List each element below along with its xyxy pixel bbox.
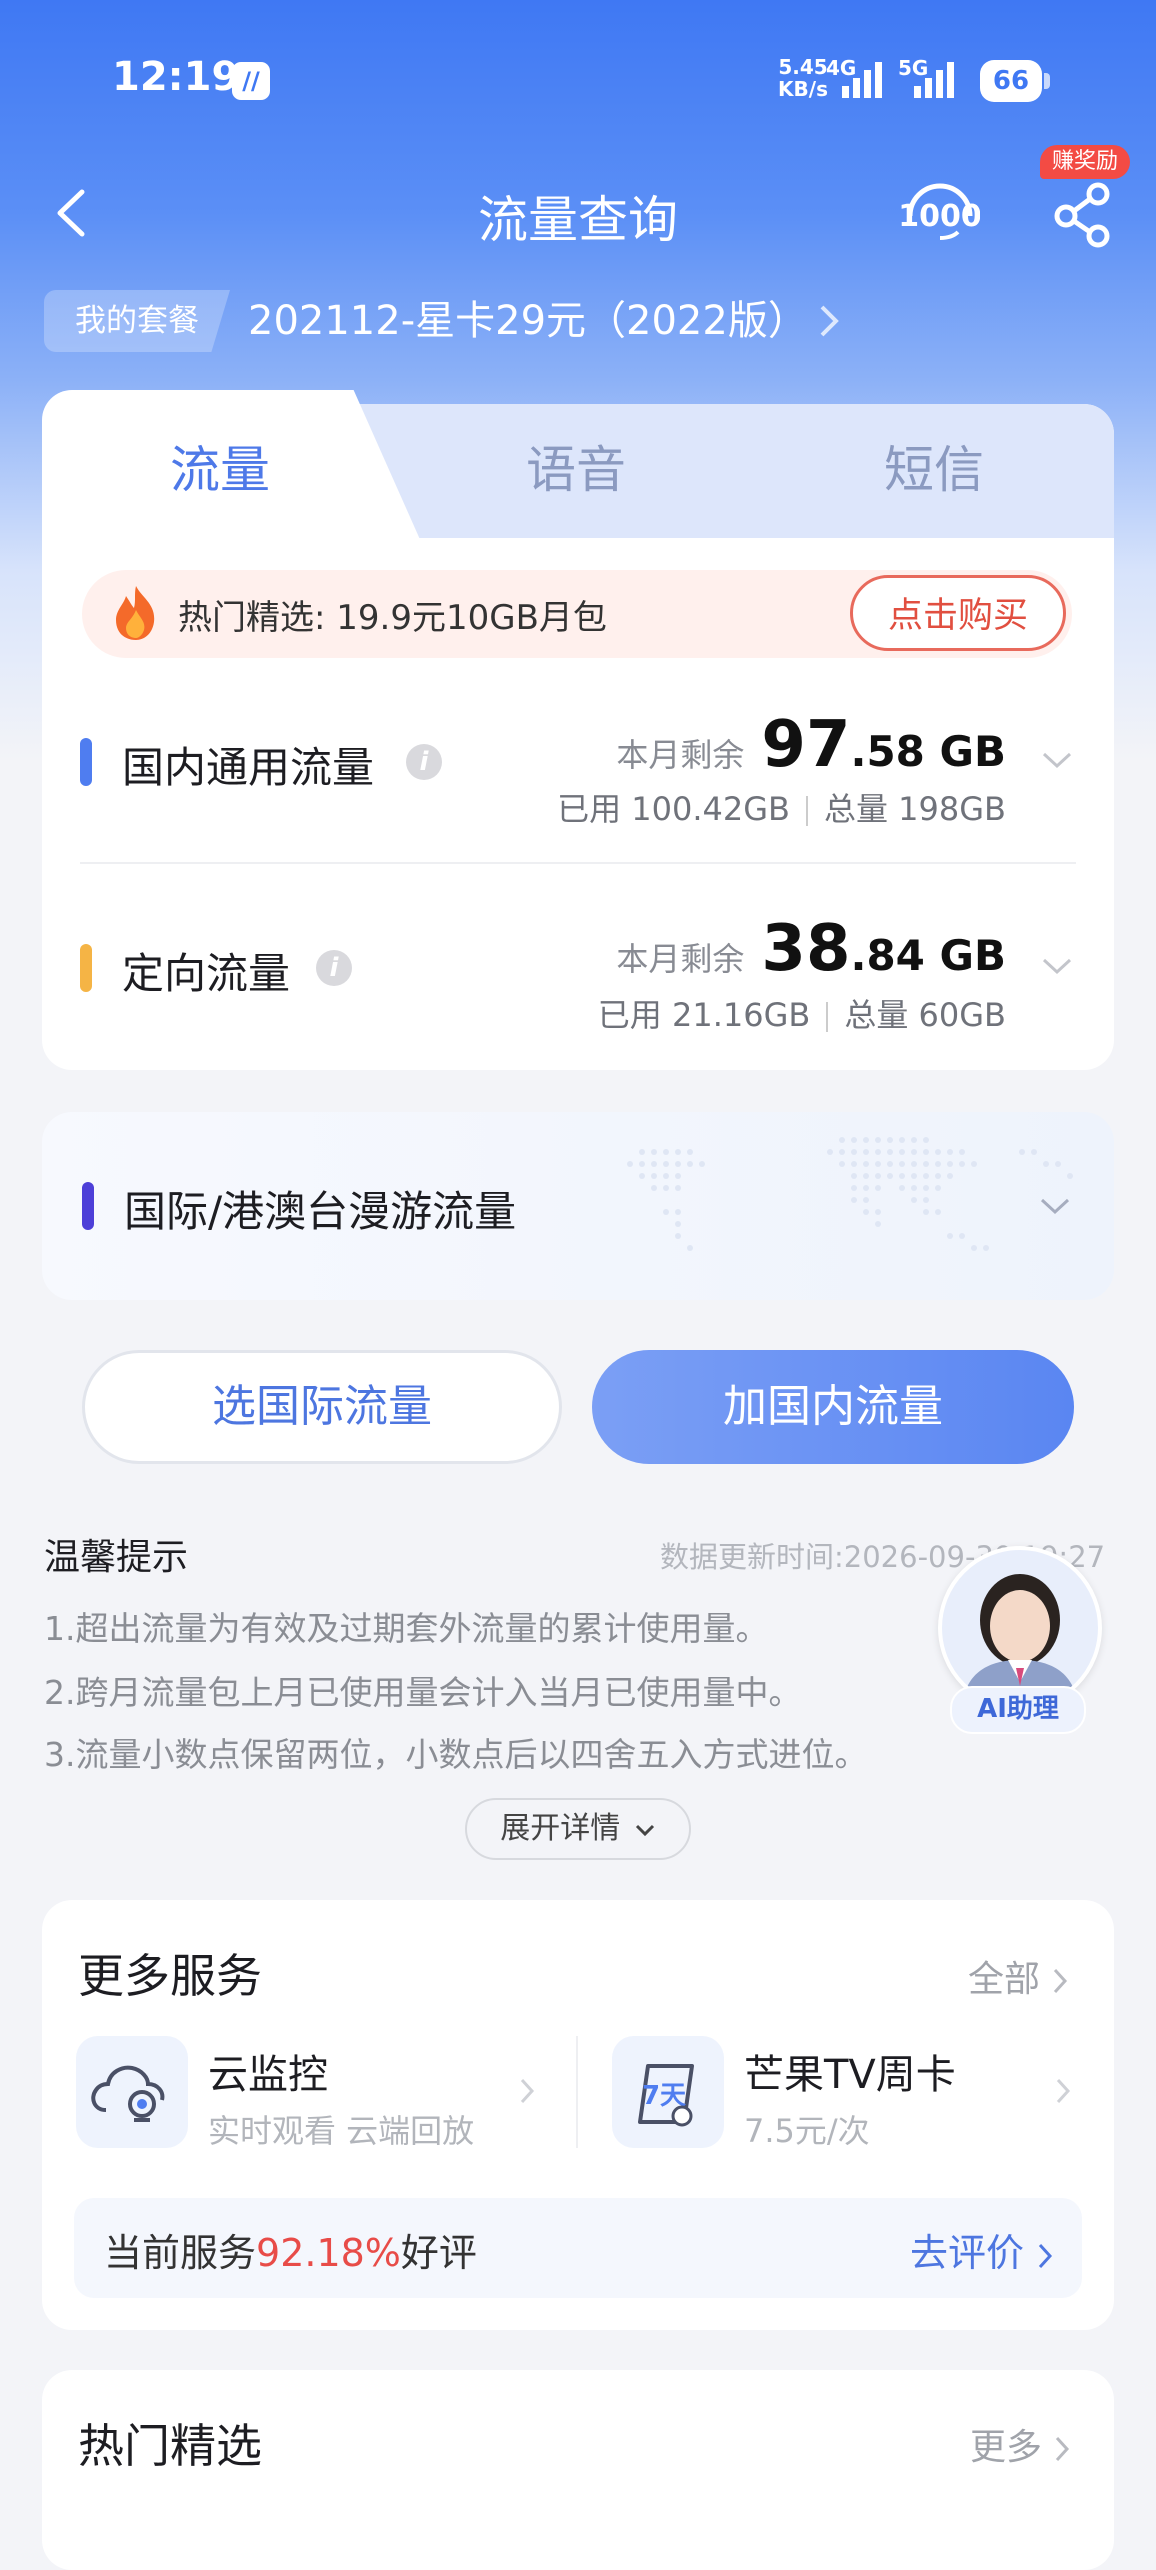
fire-icon [116,586,155,640]
tip-line: 2.跨月流量包上月已使用量会计入当月已使用量中。 [44,1673,802,1712]
chevron-right-icon [1056,2436,1070,2462]
directional-data-label: 定向流量 [122,949,291,998]
app-notification-icon: // [232,62,270,100]
signal-icon-2 [914,62,954,98]
info-icon[interactable]: i [316,950,352,986]
add-domestic-data-button[interactable]: 加国内流量 [592,1350,1074,1464]
chevron-down-icon[interactable] [1040,748,1074,772]
promo-text: 热门精选: 19.9元10GB月包 [178,598,607,638]
divider [80,862,1076,864]
tab-data[interactable]: 流量 [50,430,390,502]
hot-picks-more-link[interactable]: 更多 [970,2418,1071,2470]
plan-name[interactable]: 202112-星卡29元（2022版） [248,290,808,352]
chevron-right-icon [1054,1968,1068,1994]
service-name[interactable]: 芒果TV周卡 [744,2042,956,2100]
chevron-down-icon [635,1824,654,1836]
signal-icon [842,62,882,98]
share-icon[interactable] [1052,182,1114,248]
service-name[interactable]: 云监控 [208,2042,328,2100]
chevron-right-icon[interactable] [518,2076,536,2106]
domestic-indicator-bar [80,738,92,786]
hot-picks-title: 热门精选 [78,2419,262,2473]
chevron-right-icon[interactable] [1054,2076,1072,2106]
plan-tag: 我的套餐 [44,290,230,352]
chevron-right-icon [1038,2243,1053,2268]
roaming-data-label: 国际/港澳台漫游流量 [124,1187,517,1236]
assistant-label: AI助理 [950,1686,1086,1734]
mango-tv-icon[interactable]: 7天 [612,2036,724,2148]
chevron-down-icon[interactable] [1038,1194,1072,1218]
page-title: 流量查询 [478,191,678,249]
services-all-link[interactable]: 全部 [968,1950,1069,2002]
card-body-top [42,538,1114,568]
tip-line: 3.流量小数点保留两位，小数点后以四舍五入方式进位。 [44,1735,868,1774]
directional-indicator-bar [80,944,92,992]
service-10000-icon[interactable]: 1000 [900,182,980,252]
tab-voice[interactable]: 语音 [406,430,746,502]
svg-text:1000: 1000 [900,199,980,234]
world-map-decoration [627,1137,1073,1251]
ai-assistant[interactable]: AI助理 [930,1546,1102,1736]
cloud-camera-icon[interactable] [76,2036,188,2148]
tab-sms[interactable]: 短信 [764,430,1104,502]
service-desc: 实时观看 云端回放 [208,2112,475,2150]
buy-button[interactable]: 点击购买 [850,575,1066,651]
divider [576,2036,578,2148]
expand-details-button[interactable]: 展开详情 [465,1798,691,1860]
roaming-indicator-bar [82,1182,94,1230]
services-title: 更多服务 [78,1949,262,2003]
domestic-remaining: 本月剩余 97.58 GB [616,708,1006,782]
domestic-usage-detail: 已用 100.42GB 总量 198GB [557,790,1006,828]
chevron-down-icon[interactable] [1040,954,1074,978]
info-icon[interactable]: i [406,744,442,780]
select-international-data-button[interactable]: 选国际流量 [82,1350,562,1464]
battery-icon: 66 [980,60,1050,102]
rating-text: 当前服务92.18%好评 [104,2231,477,2275]
tips-title: 温馨提示 [44,1537,189,1578]
status-time: 12:19 [112,54,240,100]
service-desc: 7.5元/次 [744,2112,870,2150]
rate-link[interactable]: 去评价 [910,2222,1054,2277]
tip-line: 1.超出流量为有效及过期套外流量的累计使用量。 [44,1609,769,1648]
directional-usage-detail: 已用 21.16GB 总量 60GB [597,996,1006,1034]
plan-chevron-right-icon[interactable] [818,301,842,341]
directional-remaining: 本月剩余 38.84 GB [616,912,1006,986]
reward-badge[interactable]: 赚奖励 [1040,145,1131,179]
domestic-data-label: 国内通用流量 [122,743,375,792]
